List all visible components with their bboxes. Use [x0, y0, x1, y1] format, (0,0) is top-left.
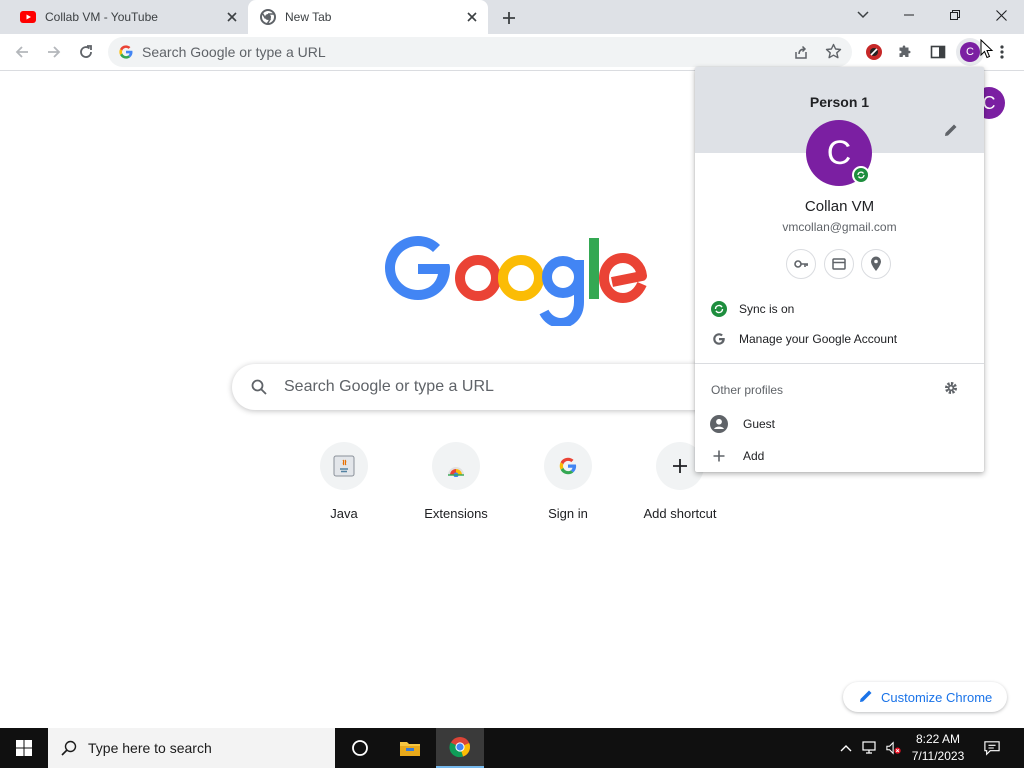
close-tab-icon[interactable]	[224, 9, 240, 25]
shortcut-extensions[interactable]: Extensions	[400, 442, 512, 532]
customize-chrome-button[interactable]: Customize Chrome	[843, 682, 1007, 712]
search-icon	[61, 740, 77, 761]
chrome-icon	[260, 9, 276, 25]
shortcut-label: Java	[330, 506, 358, 521]
guest-profile-row[interactable]: Guest	[695, 409, 984, 439]
chevron-up-icon[interactable]	[838, 740, 854, 756]
google-g-icon	[118, 44, 134, 65]
sync-badge-icon	[852, 166, 870, 184]
tab-new-tab[interactable]: New Tab	[248, 0, 488, 34]
taskbar: Type here to search 8:22 AM 7/11/2023	[0, 728, 1024, 768]
shortcut-java[interactable]: Java	[288, 442, 400, 532]
cursor-icon	[980, 38, 994, 64]
taskbar-clock[interactable]: 8:22 AM 7/11/2023	[905, 731, 971, 765]
plus-icon	[710, 447, 728, 465]
chrome-taskbar-icon[interactable]	[436, 728, 484, 768]
passwords-key-icon[interactable]	[786, 249, 816, 279]
tab-youtube[interactable]: Collab VM - YouTube	[8, 0, 248, 34]
tab-search-button[interactable]	[840, 0, 886, 30]
cortana-icon[interactable]	[336, 728, 384, 768]
close-window-button[interactable]	[978, 0, 1024, 30]
bookmark-star-icon[interactable]	[825, 43, 842, 65]
notifications-icon[interactable]	[984, 740, 1000, 756]
shortcut-label: Sign in	[548, 506, 588, 521]
address-bar-placeholder: Search Google or type a URL	[142, 44, 326, 60]
divider	[695, 363, 984, 364]
add-profile-row[interactable]: Add	[695, 441, 984, 471]
manage-account-label: Manage your Google Account	[739, 332, 898, 346]
new-tab-button[interactable]	[498, 7, 520, 29]
address-bar[interactable]: Search Google or type a URL	[108, 37, 852, 67]
sync-icon	[710, 300, 728, 318]
google-logo	[374, 226, 650, 329]
taskbar-search-placeholder: Type here to search	[88, 740, 212, 756]
back-button[interactable]	[8, 38, 36, 66]
toolbar: Search Google or type a URL C	[0, 34, 1024, 71]
clock-date: 7/11/2023	[911, 749, 965, 763]
profile-title: Person 1	[809, 94, 870, 110]
close-tab-icon[interactable]	[464, 9, 480, 25]
search-icon	[251, 379, 267, 400]
payment-card-icon[interactable]	[824, 249, 854, 279]
profile-name: Collan VM	[804, 198, 875, 215]
network-icon[interactable]	[862, 740, 878, 756]
sync-row[interactable]: Sync is on	[695, 294, 984, 324]
add-label: Add	[743, 449, 765, 463]
avatar: C	[960, 42, 980, 62]
edit-pencil-icon[interactable]	[944, 123, 960, 139]
forward-button[interactable]	[40, 38, 68, 66]
google-g-icon	[710, 330, 728, 348]
volume-muted-icon[interactable]	[886, 740, 902, 756]
shortcut-label: Extensions	[424, 506, 488, 521]
extension-icon[interactable]	[860, 38, 888, 66]
google-g-icon	[544, 442, 592, 490]
side-panel-icon[interactable]	[924, 38, 952, 66]
java-icon	[320, 442, 368, 490]
person-icon	[710, 415, 728, 433]
reload-button[interactable]	[72, 38, 100, 66]
tab-strip: Collab VM - YouTube New Tab	[0, 0, 1024, 34]
chrome-web-store-icon	[432, 442, 480, 490]
gear-icon[interactable]	[944, 381, 960, 397]
shortcut-sign-in[interactable]: Sign in	[512, 442, 624, 532]
pencil-icon	[859, 689, 873, 706]
profile-email: vmcollan@gmail.com	[782, 220, 897, 234]
youtube-icon	[20, 9, 36, 25]
profile-menu: Person 1 C Collan VM vmcollan@gmail.com …	[695, 67, 984, 472]
minimize-button[interactable]	[886, 0, 932, 30]
manage-account-row[interactable]: Manage your Google Account	[695, 324, 984, 354]
file-explorer-icon[interactable]	[386, 728, 434, 768]
tab-title: New Tab	[285, 10, 332, 24]
windows-start-icon[interactable]	[0, 728, 48, 768]
shortcut-label: Add shortcut	[643, 506, 717, 521]
taskbar-search-box[interactable]: Type here to search	[48, 728, 335, 768]
customize-chrome-label: Customize Chrome	[881, 689, 993, 705]
sync-label: Sync is on	[739, 302, 795, 316]
clock-time: 8:22 AM	[915, 732, 961, 746]
guest-label: Guest	[743, 417, 776, 431]
other-profiles-label: Other profiles	[711, 383, 784, 397]
ntp-search-placeholder: Search Google or type a URL	[284, 378, 494, 395]
share-icon[interactable]	[793, 44, 809, 65]
location-pin-icon[interactable]	[861, 249, 891, 279]
tab-title: Collab VM - YouTube	[45, 10, 158, 24]
puzzle-icon[interactable]	[892, 38, 920, 66]
restore-button[interactable]	[932, 0, 978, 30]
